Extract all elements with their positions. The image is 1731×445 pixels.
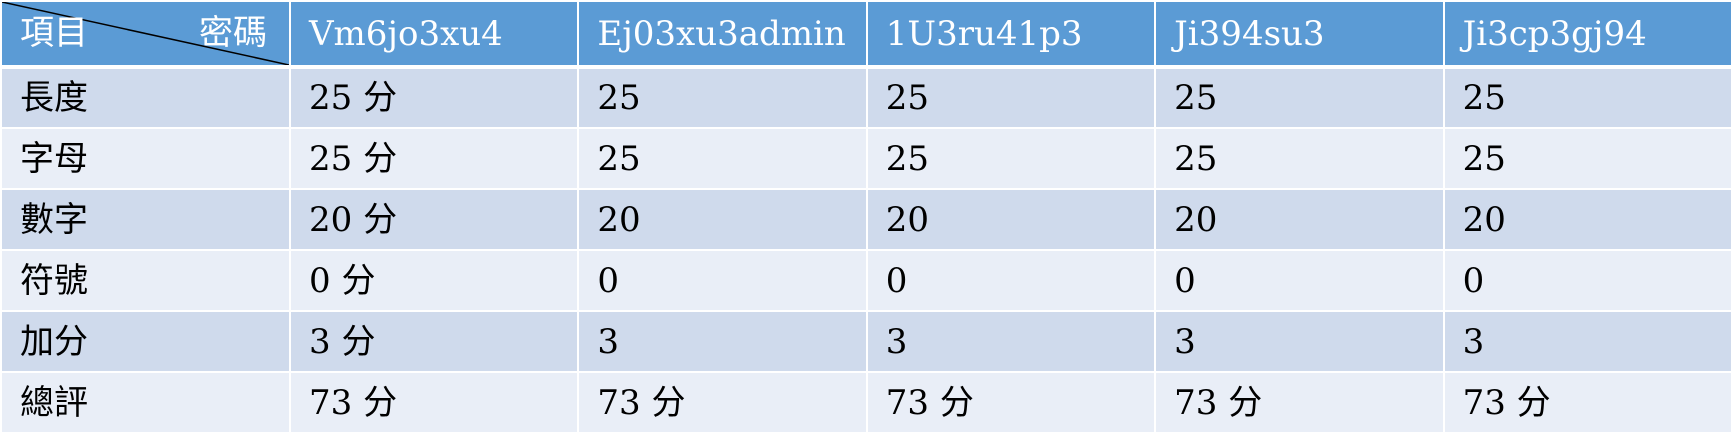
- score-cell: 3: [865, 310, 1157, 373]
- score-cell: 25: [577, 66, 868, 129]
- corner-header-cell: 項目 密碼: [0, 0, 291, 69]
- score-cell: 73 分: [1154, 371, 1445, 434]
- corner-col-label: 密碼: [199, 13, 267, 53]
- table-row: 數字 20 分 20 20 20 20: [0, 188, 1731, 251]
- score-cell: 3 分: [288, 310, 580, 373]
- score-cell: 73 分: [577, 371, 868, 434]
- score-cell: 25: [1442, 66, 1731, 129]
- column-header-password: 1U3ru41p3: [865, 0, 1157, 69]
- score-cell: 73 分: [865, 371, 1157, 434]
- score-cell: 25: [1154, 127, 1445, 190]
- corner-row-label: 項目: [20, 13, 88, 53]
- score-cell: 25 分: [288, 127, 580, 190]
- table-row: 字母 25 分 25 25 25 25: [0, 127, 1731, 190]
- column-header-password: Ej03xu3admin: [577, 0, 868, 69]
- table-row: 長度 25 分 25 25 25 25: [0, 66, 1731, 129]
- table-row: 符號 0 分 0 0 0 0: [0, 249, 1731, 312]
- score-cell: 25: [865, 66, 1157, 129]
- password-score-table: 項目 密碼 Vm6jo3xu4 Ej03xu3admin 1U3ru41p3 J…: [0, 0, 1731, 434]
- score-cell: 20: [1154, 188, 1445, 251]
- table-row: 總評 73 分 73 分 73 分 73 分 73 分: [0, 371, 1731, 434]
- score-cell: 20 分: [288, 188, 580, 251]
- score-cell: 20: [865, 188, 1157, 251]
- score-cell: 0 分: [288, 249, 580, 312]
- score-cell: 20: [577, 188, 868, 251]
- score-cell: 20: [1442, 188, 1731, 251]
- score-cell: 0: [577, 249, 868, 312]
- score-cell: 73 分: [1442, 371, 1731, 434]
- row-label: 數字: [0, 188, 291, 251]
- password-score-table-wrapper: 項目 密碼 Vm6jo3xu4 Ej03xu3admin 1U3ru41p3 J…: [0, 0, 1731, 434]
- table-row: 加分 3 分 3 3 3 3: [0, 310, 1731, 373]
- score-cell: 3: [1442, 310, 1731, 373]
- row-label: 符號: [0, 249, 291, 312]
- row-label: 字母: [0, 127, 291, 190]
- row-label: 長度: [0, 66, 291, 129]
- column-header-password: Ji3cp3gj94: [1442, 0, 1731, 69]
- score-cell: 0: [1442, 249, 1731, 312]
- score-cell: 25 分: [288, 66, 580, 129]
- header-row: 項目 密碼 Vm6jo3xu4 Ej03xu3admin 1U3ru41p3 J…: [0, 0, 1731, 69]
- score-cell: 25: [1442, 127, 1731, 190]
- row-label: 總評: [0, 371, 291, 434]
- score-cell: 3: [1154, 310, 1445, 373]
- score-cell: 25: [865, 127, 1157, 190]
- score-cell: 73 分: [288, 371, 580, 434]
- score-cell: 3: [577, 310, 868, 373]
- score-cell: 25: [1154, 66, 1445, 129]
- score-cell: 0: [1154, 249, 1445, 312]
- score-cell: 25: [577, 127, 868, 190]
- column-header-password: Vm6jo3xu4: [288, 0, 580, 69]
- column-header-password: Ji394su3: [1154, 0, 1445, 69]
- score-cell: 0: [865, 249, 1157, 312]
- row-label: 加分: [0, 310, 291, 373]
